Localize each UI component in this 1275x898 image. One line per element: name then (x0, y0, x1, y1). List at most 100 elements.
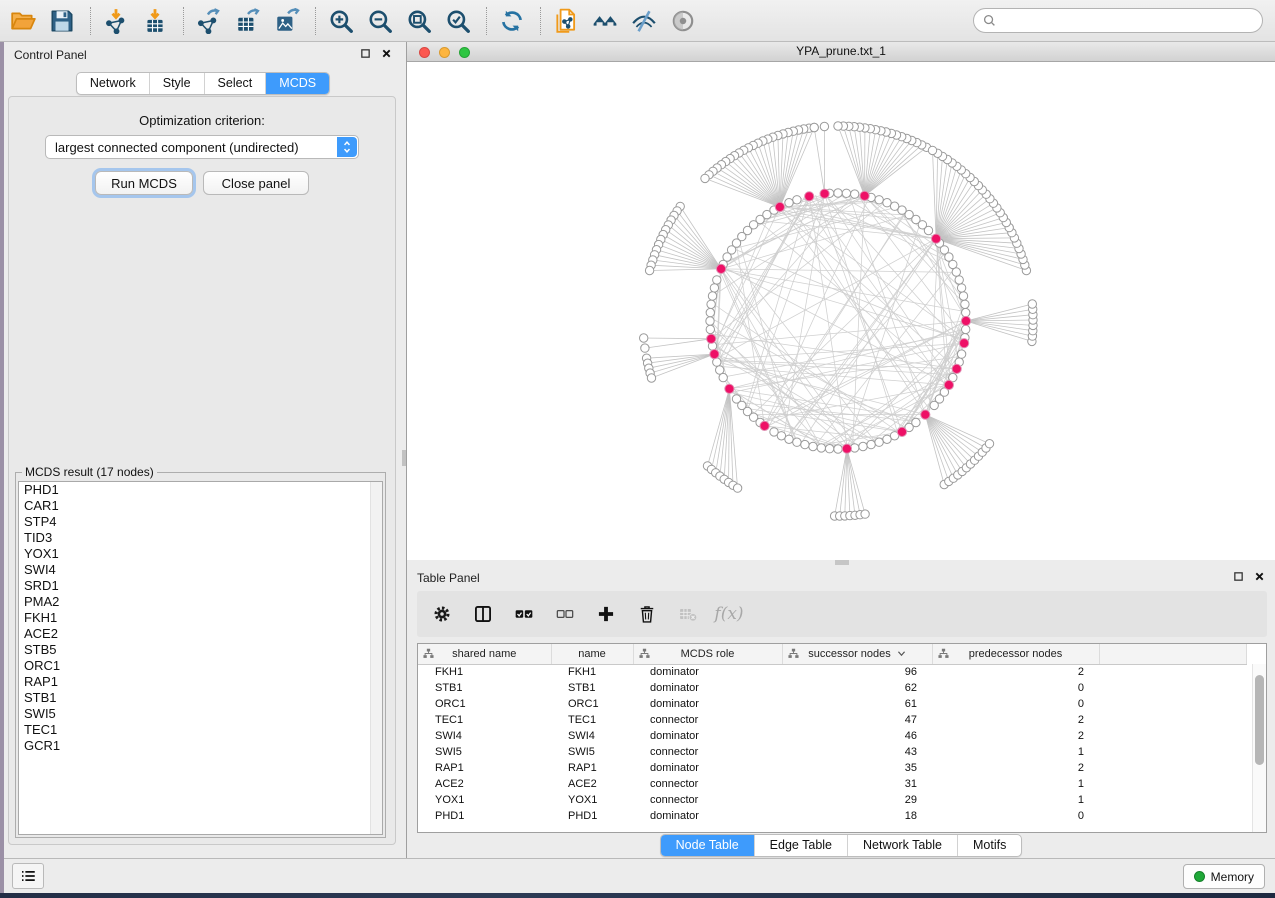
table-cell: dominator (633, 760, 782, 776)
optimization-criterion-label: Optimization criterion: (9, 113, 395, 128)
network-graph[interactable] (407, 62, 1275, 559)
close-panel-icon[interactable] (381, 48, 392, 59)
delete-button[interactable] (636, 603, 658, 625)
tab-mcds[interactable]: MCDS (265, 73, 329, 94)
tab-network[interactable]: Network (77, 73, 149, 94)
import-table-button[interactable] (140, 6, 170, 36)
column-header-name[interactable]: name (551, 644, 633, 664)
settings-gear-button[interactable] (431, 603, 453, 625)
table-row[interactable]: SWI4SWI4dominator462 (418, 728, 1246, 744)
list-item[interactable]: YOX1 (19, 546, 382, 562)
deselect-all-icon (555, 604, 575, 624)
export-table-button[interactable] (233, 6, 263, 36)
table-row[interactable]: YOX1YOX1connector291 (418, 792, 1246, 808)
column-header-mcds-role[interactable]: MCDS role (633, 644, 782, 664)
list-item[interactable]: RAP1 (19, 674, 382, 690)
export-table-icon (235, 8, 261, 34)
network-view[interactable] (407, 62, 1275, 560)
list-item[interactable]: GCR1 (19, 738, 382, 754)
column-header-successor-nodes[interactable]: successor nodes (782, 644, 932, 664)
zoom-fit-button[interactable] (404, 6, 434, 36)
list-item[interactable]: ACE2 (19, 626, 382, 642)
open-file-button[interactable] (8, 6, 38, 36)
table-scrollbar[interactable] (1252, 664, 1266, 832)
table-cell (1099, 792, 1246, 808)
save-session-button[interactable] (47, 6, 77, 36)
task-history-button[interactable] (12, 863, 44, 889)
scrollbar-thumb[interactable] (1255, 675, 1264, 765)
list-scrollbar[interactable] (370, 482, 382, 834)
new-network-from-file-button[interactable] (551, 6, 581, 36)
close-panel-button[interactable]: Close panel (203, 171, 309, 195)
table-cell: TEC1 (418, 712, 551, 728)
list-item[interactable]: STP4 (19, 514, 382, 530)
list-item[interactable]: CAR1 (19, 498, 382, 514)
table-cell: ACE2 (551, 776, 633, 792)
list-item[interactable]: STB1 (19, 690, 382, 706)
table-row[interactable]: SWI5SWI5connector431 (418, 744, 1246, 760)
splitter-handle[interactable] (402, 450, 406, 466)
zoom-in-button[interactable] (326, 6, 356, 36)
search-icon (982, 13, 997, 28)
table-cell: dominator (633, 664, 782, 680)
table-row[interactable]: STB1STB1dominator620 (418, 680, 1246, 696)
table-row[interactable]: PHD1PHD1dominator180 (418, 808, 1246, 824)
criterion-select[interactable]: largest connected component (undirected) (45, 135, 359, 159)
sort-desc-icon (897, 648, 906, 660)
zoom-selected-button[interactable] (443, 6, 473, 36)
table-row[interactable]: ORC1ORC1dominator610 (418, 696, 1246, 712)
list-item[interactable]: PMA2 (19, 594, 382, 610)
column-header-predecessor-nodes[interactable]: predecessor nodes (932, 644, 1099, 664)
list-item[interactable]: FKH1 (19, 610, 382, 626)
deselect-all-button[interactable] (554, 603, 576, 625)
tab-edge-table[interactable]: Edge Table (754, 835, 847, 856)
list-item[interactable]: TID3 (19, 530, 382, 546)
eye-button[interactable] (668, 6, 698, 36)
list-item[interactable]: SWI5 (19, 706, 382, 722)
table-cell: connector (633, 776, 782, 792)
list-item[interactable]: SRD1 (19, 578, 382, 594)
export-image-button[interactable] (272, 6, 302, 36)
zoom-out-button[interactable] (365, 6, 395, 36)
list-item[interactable]: ORC1 (19, 658, 382, 674)
table-row[interactable]: RAP1RAP1dominator352 (418, 760, 1246, 776)
memory-button[interactable]: Memory (1183, 864, 1265, 889)
column-header-shared-name[interactable]: shared name (418, 644, 551, 664)
delete-icon (637, 604, 657, 624)
houses-button[interactable] (590, 6, 620, 36)
tab-network-table[interactable]: Network Table (847, 835, 957, 856)
list-item[interactable]: PHD1 (19, 482, 382, 498)
eye-icon (670, 8, 696, 34)
search-input[interactable] (997, 11, 1262, 31)
import-network-button[interactable] (101, 6, 131, 36)
table-cell: FKH1 (551, 664, 633, 680)
run-mcds-button[interactable]: Run MCDS (95, 171, 193, 195)
table-row[interactable]: FKH1FKH1dominator962 (418, 664, 1246, 680)
float-panel-icon[interactable] (1233, 571, 1244, 582)
table-row[interactable]: TEC1TEC1connector472 (418, 712, 1246, 728)
zoom-selected-icon (445, 8, 471, 34)
table-row[interactable]: ACE2ACE2connector311 (418, 776, 1246, 792)
refresh-layout-button[interactable] (497, 6, 527, 36)
split-panel-button[interactable] (472, 603, 494, 625)
close-panel-icon[interactable] (1254, 571, 1265, 582)
list-item[interactable]: SWI4 (19, 562, 382, 578)
export-network-button[interactable] (194, 6, 224, 36)
tab-motifs[interactable]: Motifs (957, 835, 1021, 856)
table-cell: STB1 (551, 680, 633, 696)
select-all-button[interactable] (513, 603, 535, 625)
table-cell: 1 (932, 792, 1099, 808)
tab-style[interactable]: Style (149, 73, 204, 94)
tab-node-table[interactable]: Node Table (661, 835, 754, 856)
open-file-icon (10, 8, 36, 34)
list-item[interactable]: STB5 (19, 642, 382, 658)
float-panel-icon[interactable] (360, 48, 371, 59)
tab-select[interactable]: Select (204, 73, 266, 94)
add-button[interactable] (595, 603, 617, 625)
table-cell (1099, 696, 1246, 712)
hierarchy-icon (938, 648, 949, 662)
table-cell: FKH1 (418, 664, 551, 680)
control-panel-tabs: NetworkStyleSelectMCDS (4, 72, 402, 95)
eye-slash-button[interactable] (629, 6, 659, 36)
list-item[interactable]: TEC1 (19, 722, 382, 738)
